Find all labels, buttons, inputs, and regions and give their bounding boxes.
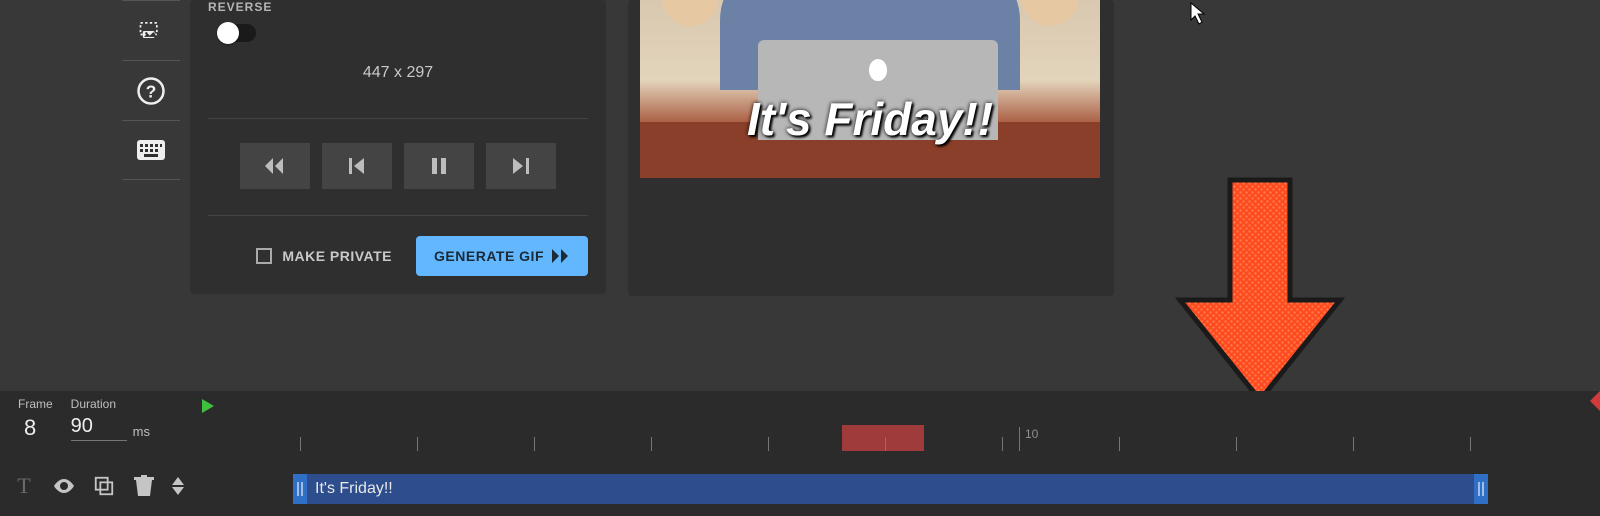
chevron-up-icon [172, 477, 184, 485]
preview-panel: It's Friday!! [628, 0, 1114, 296]
dimensions-text: 447 x 297 [208, 42, 588, 110]
divider [208, 118, 588, 119]
playhead-start-icon[interactable] [202, 399, 216, 413]
annotation-arrow-icon [1170, 170, 1350, 410]
chevron-double-right-icon [552, 249, 570, 263]
pause-button[interactable] [404, 143, 474, 189]
preview-canvas[interactable]: It's Friday!! [640, 0, 1100, 178]
ruler-tick [885, 437, 886, 451]
ruler-tick [1119, 437, 1120, 451]
ruler-tick [1002, 437, 1003, 451]
cursor-icon [1190, 2, 1208, 26]
ruler-tick [1236, 437, 1237, 451]
make-private-label: MAKE PRIVATE [282, 248, 392, 264]
text-clip[interactable]: It's Friday!! [293, 474, 1488, 504]
timeline: Frame 8 Duration ms 10 [0, 391, 1600, 516]
clip-handle-left[interactable] [293, 474, 307, 504]
timeline-ruler[interactable]: 10 [193, 399, 1600, 451]
ruler-tick [417, 437, 418, 451]
generate-gif-button[interactable]: GENERATE GIF [416, 236, 588, 276]
duration-unit: ms [133, 424, 150, 441]
ruler-tick-major [1019, 427, 1020, 451]
visibility-toggle[interactable] [52, 474, 76, 498]
ruler-tick [300, 437, 301, 451]
reverse-label: REVERSE [208, 0, 272, 14]
frame-number: 8 [18, 415, 36, 441]
image-crop-tool[interactable] [122, 0, 180, 60]
generate-gif-label: GENERATE GIF [434, 248, 544, 264]
ruler-tick [1353, 437, 1354, 451]
ruler-tick [534, 437, 535, 451]
checkbox-icon [256, 248, 272, 264]
prev-frame-button[interactable] [322, 143, 392, 189]
duration-input[interactable] [71, 415, 127, 441]
next-frame-button[interactable] [486, 143, 556, 189]
delete-layer-button[interactable] [132, 474, 156, 498]
layer-reorder-control[interactable] [172, 477, 184, 495]
divider [208, 215, 588, 216]
ruler-tick [651, 437, 652, 451]
clip-label: It's Friday!! [307, 480, 393, 498]
controls-panel: REVERSE 447 x 297 MAKE PRIVATE GENERATE … [190, 0, 606, 294]
clip-handle-right[interactable] [1474, 474, 1488, 504]
chevron-down-icon [172, 487, 184, 495]
keyboard-tool[interactable] [122, 120, 180, 180]
svg-text:?: ? [146, 81, 157, 101]
preview-overlay-text: It's Friday!! [640, 92, 1100, 146]
current-frame-marker[interactable] [842, 425, 924, 451]
text-layer-icon: T [12, 474, 36, 498]
make-private-checkbox[interactable]: MAKE PRIVATE [256, 248, 392, 264]
reverse-toggle[interactable] [218, 24, 256, 42]
preview-figure [662, 0, 718, 26]
ruler-tick [768, 437, 769, 451]
ruler-tick [1470, 437, 1471, 451]
duplicate-layer-button[interactable] [92, 474, 116, 498]
ruler-tick-label: 10 [1025, 427, 1038, 441]
help-tool[interactable]: ? [122, 60, 180, 120]
rewind-button[interactable] [240, 143, 310, 189]
preview-figure [1022, 0, 1078, 26]
frame-label: Frame [18, 397, 53, 411]
duration-label: Duration [71, 397, 116, 411]
